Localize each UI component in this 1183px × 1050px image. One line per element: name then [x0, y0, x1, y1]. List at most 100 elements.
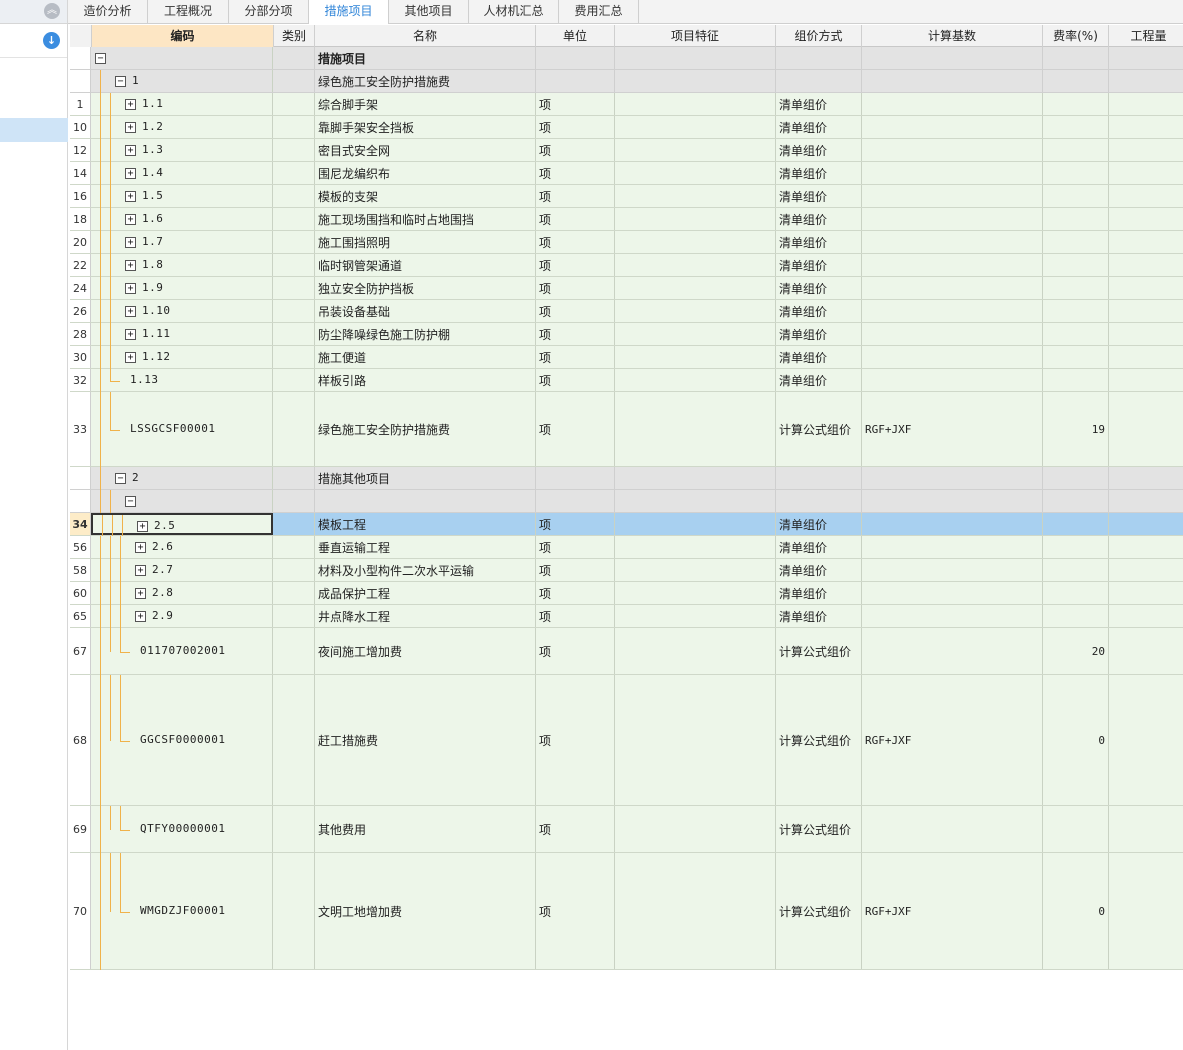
tab-2[interactable]: 分部分项 [229, 0, 309, 24]
expand-icon[interactable]: + [125, 214, 136, 225]
unit-cell[interactable]: 项 [536, 628, 615, 674]
name-cell[interactable]: 绿色施工安全防护措施费 [315, 70, 536, 92]
qty-cell[interactable] [1109, 162, 1183, 184]
rate-cell[interactable] [1043, 47, 1109, 69]
code-cell[interactable]: +2.5 [91, 513, 273, 538]
rate-cell[interactable] [1043, 254, 1109, 276]
code-cell[interactable]: +1.12 [91, 346, 273, 369]
pricing-cell[interactable]: 清单组价 [776, 536, 862, 558]
feature-cell[interactable] [615, 369, 776, 391]
category-cell[interactable] [274, 231, 315, 253]
qty-cell[interactable] [1109, 300, 1183, 322]
base-cell[interactable] [862, 162, 1043, 184]
pricing-cell[interactable]: 清单组价 [776, 231, 862, 253]
unit-cell[interactable]: 项 [536, 300, 615, 322]
pricing-cell[interactable]: 清单组价 [776, 277, 862, 299]
name-cell[interactable]: 措施其他项目 [315, 467, 536, 489]
feature-cell[interactable] [615, 513, 776, 535]
code-cell[interactable]: −1 [91, 70, 273, 93]
code-cell[interactable]: +2.7 [91, 559, 273, 582]
code-cell[interactable]: +1.1 [91, 93, 273, 116]
download-icon[interactable]: ↓ [43, 32, 60, 49]
base-cell[interactable] [862, 277, 1043, 299]
rate-cell[interactable]: 0 [1043, 853, 1109, 969]
qty-cell[interactable] [1109, 47, 1183, 69]
table-row[interactable]: 65 +2.9 井点降水工程项清单组价 [70, 605, 1183, 628]
feature-cell[interactable] [615, 582, 776, 604]
qty-cell[interactable] [1109, 536, 1183, 558]
name-cell[interactable]: 施工现场围挡和临时占地围挡 [315, 208, 536, 230]
expand-icon[interactable]: + [125, 283, 136, 294]
category-cell[interactable] [274, 628, 315, 674]
category-cell[interactable] [274, 47, 315, 69]
rate-cell[interactable] [1043, 467, 1109, 489]
table-row[interactable]: 28 +1.11 防尘降噪绿色施工防护棚项清单组价 [70, 323, 1183, 346]
rate-cell[interactable] [1043, 605, 1109, 627]
pricing-cell[interactable]: 计算公式组价 [776, 853, 862, 969]
category-cell[interactable] [274, 605, 315, 627]
table-row[interactable]: 32 1.13 样板引路项 清单组价 [70, 369, 1183, 392]
category-cell[interactable] [274, 93, 315, 115]
code-cell[interactable]: WMGDZJF00001 [91, 853, 273, 970]
unit-cell[interactable]: 项 [536, 369, 615, 391]
base-cell[interactable] [862, 254, 1043, 276]
code-cell[interactable]: +2.8 [91, 582, 273, 605]
category-cell[interactable] [274, 185, 315, 207]
pricing-cell[interactable]: 清单组价 [776, 185, 862, 207]
feature-cell[interactable] [615, 853, 776, 969]
name-cell[interactable]: 围尼龙编织布 [315, 162, 536, 184]
qty-cell[interactable] [1109, 853, 1183, 969]
name-cell[interactable]: 其他费用 [315, 806, 536, 852]
unit-cell[interactable]: 项 [536, 853, 615, 969]
category-cell[interactable] [274, 559, 315, 581]
pricing-cell[interactable]: 清单组价 [776, 162, 862, 184]
table-row[interactable]: 16 +1.5 模板的支架项清单组价 [70, 185, 1183, 208]
rate-cell[interactable] [1043, 369, 1109, 391]
name-cell[interactable]: 独立安全防护挡板 [315, 277, 536, 299]
expand-icon[interactable]: + [125, 260, 136, 271]
feature-cell[interactable] [615, 162, 776, 184]
unit-cell[interactable] [536, 47, 615, 69]
rate-cell[interactable] [1043, 323, 1109, 345]
name-cell[interactable]: 样板引路 [315, 369, 536, 391]
code-cell[interactable]: +1.8 [91, 254, 273, 277]
expand-icon[interactable]: + [137, 521, 148, 532]
rate-cell[interactable]: 0 [1043, 675, 1109, 805]
category-cell[interactable] [274, 70, 315, 92]
code-cell[interactable]: +1.11 [91, 323, 273, 346]
name-cell[interactable]: 绿色施工安全防护措施费 [315, 392, 536, 466]
expand-icon[interactable]: + [125, 145, 136, 156]
category-cell[interactable] [274, 208, 315, 230]
qty-cell[interactable] [1109, 277, 1183, 299]
header-feature[interactable]: 项目特征 [615, 25, 776, 47]
expand-icon[interactable]: + [135, 565, 146, 576]
unit-cell[interactable] [536, 70, 615, 92]
pricing-cell[interactable]: 清单组价 [776, 605, 862, 627]
category-cell[interactable] [274, 116, 315, 138]
table-row[interactable]: −2 措施其他项目 [70, 467, 1183, 490]
expand-icon[interactable]: + [125, 237, 136, 248]
name-cell[interactable]: 成品保护工程 [315, 582, 536, 604]
qty-cell[interactable] [1109, 231, 1183, 253]
code-cell[interactable]: +1.7 [91, 231, 273, 254]
collapse-icon[interactable]: − [125, 496, 136, 507]
expand-icon[interactable]: + [135, 588, 146, 599]
unit-cell[interactable]: 项 [536, 208, 615, 230]
tab-1[interactable]: 工程概况 [148, 0, 229, 24]
header-name[interactable]: 名称 [315, 25, 536, 47]
qty-cell[interactable] [1109, 675, 1183, 805]
expand-icon[interactable]: + [125, 191, 136, 202]
header-base[interactable]: 计算基数 [862, 25, 1043, 47]
feature-cell[interactable] [615, 277, 776, 299]
feature-cell[interactable] [615, 47, 776, 69]
name-cell[interactable]: 井点降水工程 [315, 605, 536, 627]
base-cell[interactable] [862, 116, 1043, 138]
code-cell[interactable]: +2.6 [91, 536, 273, 559]
feature-cell[interactable] [615, 605, 776, 627]
name-cell[interactable]: 模板工程 [315, 513, 536, 535]
name-cell[interactable]: 垂直运输工程 [315, 536, 536, 558]
pricing-cell[interactable]: 清单组价 [776, 300, 862, 322]
qty-cell[interactable] [1109, 70, 1183, 92]
tab-4[interactable]: 其他项目 [389, 0, 469, 24]
base-cell[interactable]: RGF+JXF [862, 675, 1043, 805]
